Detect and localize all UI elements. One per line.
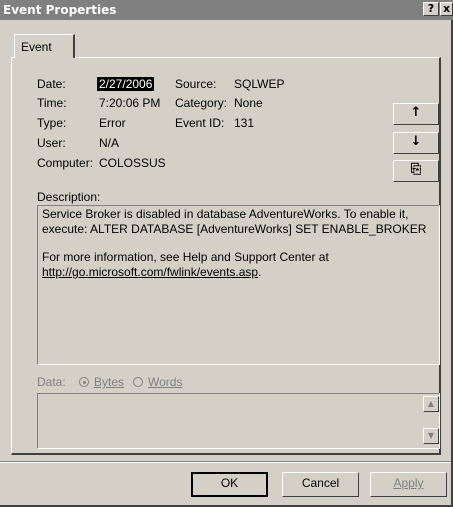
scroll-down-button[interactable]: ▼: [423, 428, 439, 444]
cancel-button[interactable]: Cancel: [282, 472, 359, 497]
date-label: Date:: [37, 77, 66, 91]
arrow-up-icon: ↑: [410, 105, 422, 120]
description-label: Description:: [37, 190, 101, 204]
time-value: 7:20:06 PM: [99, 96, 161, 110]
arrow-down-icon: ↓: [410, 134, 422, 149]
link-suffix: .: [258, 265, 262, 279]
event-properties-dialog: Event Properties ? x Event Date: 2/27/20…: [0, 0, 453, 507]
description-line-2: execute: ALTER DATABASE [AdventureWorks]…: [42, 222, 427, 236]
bytes-label: Bytes: [94, 375, 125, 389]
description-line-3: For more information, see Help and Suppo…: [42, 250, 329, 264]
tab-event[interactable]: Event: [14, 34, 75, 58]
user-label: User:: [37, 136, 66, 150]
title-bar[interactable]: Event Properties ? x: [0, 0, 453, 20]
copy-button[interactable]: ⎘: [393, 160, 439, 182]
tab-event-label: Event: [21, 40, 52, 54]
copy-icon: ⎘: [410, 162, 422, 177]
time-label: Time:: [37, 96, 67, 110]
event-id-value: 131: [234, 116, 255, 130]
ok-button[interactable]: OK: [191, 472, 268, 497]
description-line-1: Service Broker is disabled in database A…: [42, 207, 409, 221]
window-title: Event Properties: [3, 3, 117, 17]
description-text: Service Broker is disabled in database A…: [42, 207, 442, 280]
data-label: Data:: [37, 375, 66, 389]
source-value: SQLWEP: [234, 77, 285, 91]
data-box[interactable]: [37, 393, 440, 449]
words-radio[interactable]: [133, 377, 143, 387]
close-button[interactable]: x: [440, 2, 453, 16]
date-value[interactable]: 2/27/2006: [97, 77, 155, 91]
type-value: Error: [99, 116, 126, 130]
category-value: None: [234, 96, 263, 110]
event-id-label: Event ID:: [175, 116, 225, 130]
scroll-up-button[interactable]: ▲: [423, 396, 439, 412]
help-link[interactable]: http://go.microsoft.com/fwlink/events.as…: [42, 265, 258, 279]
footer-divider: [0, 461, 451, 463]
source-label: Source:: [175, 77, 217, 91]
computer-label: Computer:: [37, 156, 94, 170]
help-button[interactable]: ?: [423, 2, 439, 16]
category-label: Category:: [175, 96, 228, 110]
next-event-button[interactable]: ↓: [393, 132, 439, 154]
user-value: N/A: [99, 136, 120, 150]
computer-value: COLOSSUS: [99, 156, 166, 170]
type-label: Type:: [37, 116, 67, 130]
previous-event-button[interactable]: ↑: [393, 103, 439, 125]
bytes-radio[interactable]: [79, 377, 89, 387]
apply-button[interactable]: Apply: [370, 472, 447, 497]
words-label: Words: [148, 375, 183, 389]
